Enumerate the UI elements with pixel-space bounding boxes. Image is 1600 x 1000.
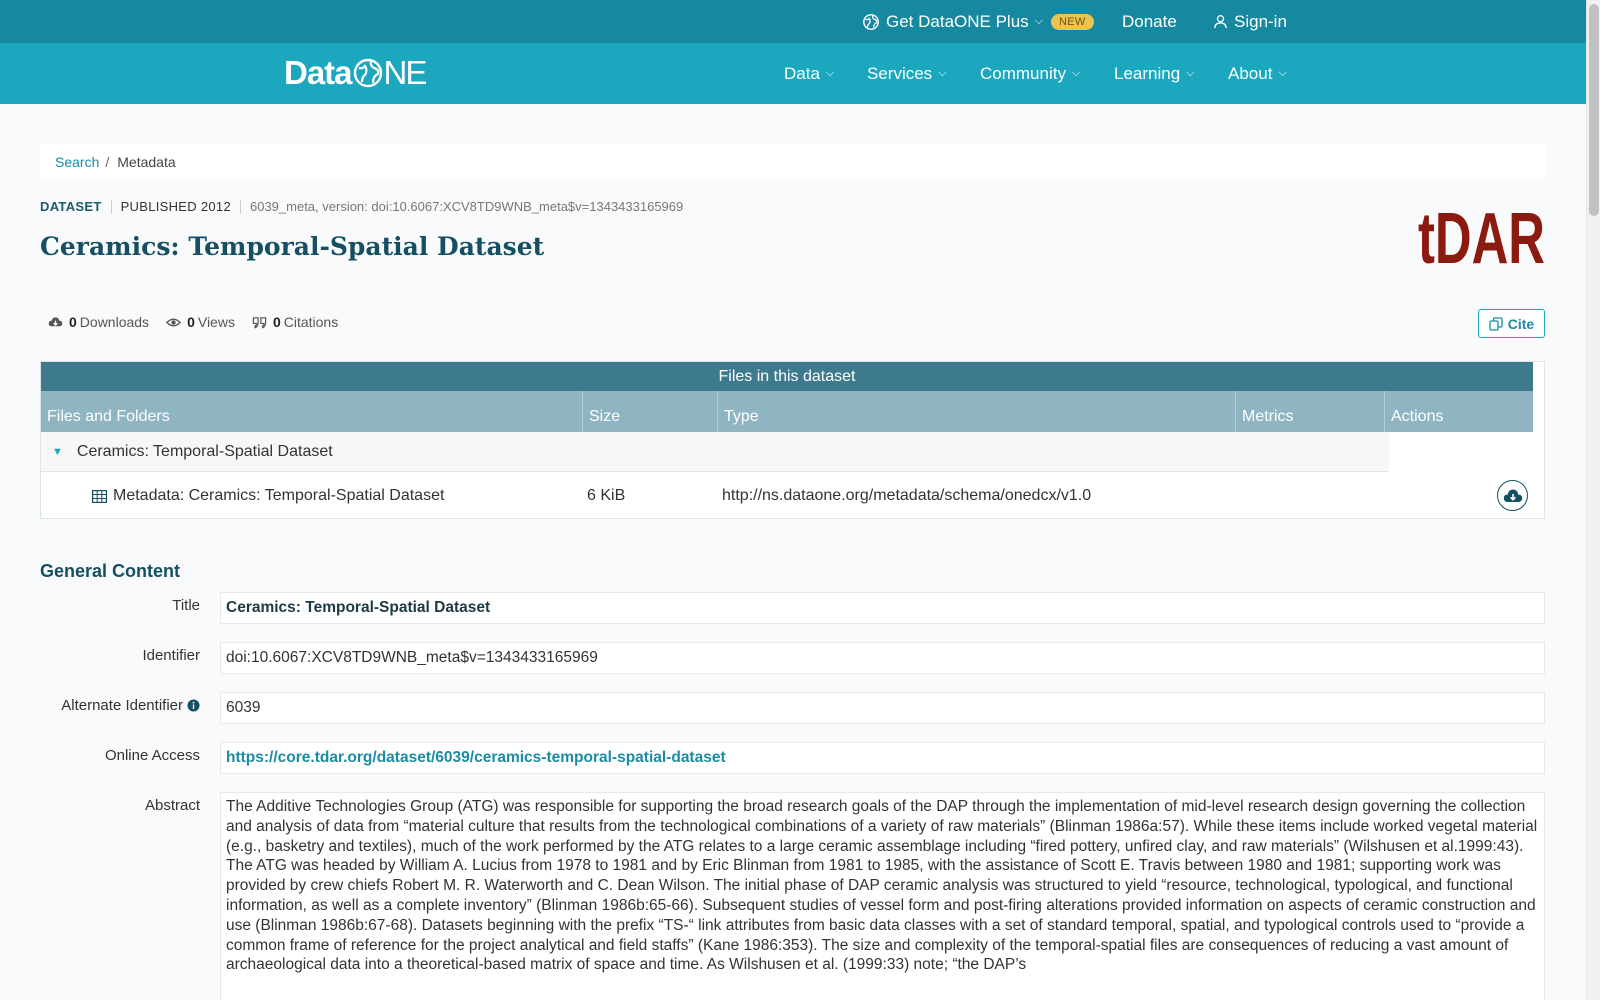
identifier-value: doi:10.6067:XCV8TD9WNB_meta$v=1343433165… <box>220 642 1545 674</box>
alternate-identifier-label: Alternate Identifier <box>61 697 200 714</box>
column-type: Type <box>718 391 1236 432</box>
dataset-meta-line: DATASET PUBLISHED 2012 6039_meta, versio… <box>40 199 683 214</box>
cite-button[interactable]: Cite <box>1478 309 1545 338</box>
chevron-down-icon: ⌵ <box>825 67 835 79</box>
chevron-down-icon: ⌵ <box>938 67 947 79</box>
title-value: Ceramics: Temporal-Spatial Dataset <box>220 592 1545 624</box>
table-row: Metadata: Ceramics: Temporal-Spatial Dat… <box>41 472 1533 520</box>
cloud-download-icon <box>1503 489 1522 502</box>
online-access-link[interactable]: https://core.tdar.org/dataset/6039/ceram… <box>220 742 1545 774</box>
donate-link[interactable]: Donate <box>1122 0 1177 43</box>
citations-label: Citations <box>283 314 339 330</box>
table-icon <box>92 489 107 503</box>
download-button[interactable] <box>1497 480 1528 511</box>
file-size: 6 KiB <box>587 487 626 504</box>
downloads-count: 0 <box>69 314 77 330</box>
nav-services[interactable]: Services ⌵ <box>867 43 947 104</box>
page-scrollbar[interactable] <box>1586 0 1600 1000</box>
citations-stat: 0 Citations <box>252 314 338 330</box>
chevron-down-icon: ⌵ <box>1278 67 1287 79</box>
abstract-value: The Additive Technologies Group (ATG) wa… <box>220 792 1545 1000</box>
downloads-label: Downloads <box>79 314 150 330</box>
sign-in-link[interactable]: Sign-in <box>1213 0 1287 43</box>
breadcrumb-separator: / <box>105 154 110 170</box>
cite-button-label: Cite <box>1507 315 1535 332</box>
globe-logo-icon <box>353 58 382 88</box>
divider <box>239 199 241 214</box>
divider <box>110 199 112 214</box>
get-dataone-plus-label: Get DataONE Plus <box>886 11 1029 31</box>
online-access-label: Online Access <box>104 747 200 764</box>
nav-data-label: Data <box>784 63 820 83</box>
dataset-type-label: DATASET <box>40 199 102 214</box>
nav-learning-label: Learning <box>1114 63 1181 83</box>
general-content-heading: General Content <box>40 561 181 581</box>
breadcrumb-search-link[interactable]: Search <box>55 154 99 170</box>
page-title: Ceramics: Temporal-Spatial Dataset <box>40 232 545 261</box>
tdar-repository-logo[interactable]: tDAR <box>1418 196 1545 268</box>
new-badge: NEW <box>1051 13 1094 30</box>
caret-down-icon[interactable]: ▼ <box>52 446 63 458</box>
views-count: 0 <box>187 314 195 330</box>
nav-services-label: Services <box>867 63 933 83</box>
chevron-down-icon: ⌵ <box>1186 67 1195 79</box>
breadcrumb: Search / Metadata <box>40 144 1545 180</box>
dataset-stats: 0 Downloads 0 Views 0 Citations <box>48 314 355 330</box>
files-table-header-row: Files and Folders Size Type Metrics Acti… <box>41 391 1533 432</box>
file-name: Metadata: Ceramics: Temporal-Spatial Dat… <box>113 487 445 504</box>
files-table-heading: Files in this dataset <box>41 362 1533 391</box>
title-label: Title <box>172 597 200 614</box>
views-stat: 0 Views <box>166 314 235 330</box>
nav-learning[interactable]: Learning ⌵ <box>1114 43 1195 104</box>
file-name-cell[interactable]: Metadata: Ceramics: Temporal-Spatial Dat… <box>92 472 444 520</box>
column-metrics: Metrics <box>1236 391 1385 432</box>
chevron-down-icon: ⌵ <box>1071 67 1081 79</box>
tdar-logo-text: tDAR <box>1418 199 1545 268</box>
nav-about-label: About <box>1228 63 1273 83</box>
globe-icon <box>863 13 879 30</box>
files-table: Files in this dataset Files and Folders … <box>40 361 1545 519</box>
scrollbar-thumb[interactable] <box>1589 4 1599 216</box>
alternate-identifier-label-text: Alternate Identifier <box>61 697 183 714</box>
version-identifier: 6039_meta, version: doi:10.6067:XCV8TD9W… <box>249 199 684 214</box>
folder-name: Ceramics: Temporal-Spatial Dataset <box>76 442 333 460</box>
main-navbar: Data NE Data ⌵ Services ⌵ Community ⌵ Learn… <box>0 43 1586 104</box>
nav-community[interactable]: Community ⌵ <box>980 43 1080 104</box>
sign-in-label: Sign-in <box>1234 11 1287 31</box>
quote-icon <box>252 316 267 329</box>
top-utility-bar: Get DataONE Plus ⌵ NEW Donate Sign-in <box>0 0 1586 43</box>
identifier-label: Identifier <box>142 647 200 664</box>
views-label: Views <box>197 314 235 330</box>
file-type: http://ns.dataone.org/metadata/schema/on… <box>722 487 1092 504</box>
get-dataone-plus-menu[interactable]: Get DataONE Plus ⌵ NEW <box>862 0 1094 43</box>
column-actions: Actions <box>1391 408 1444 425</box>
logo-text-ne: NE <box>383 54 428 91</box>
folder-row-actions-cell <box>1389 432 1533 472</box>
downloads-stat: 0 Downloads <box>48 314 149 330</box>
copy-icon <box>1489 316 1503 331</box>
citations-count: 0 <box>272 314 281 330</box>
abstract-label: Abstract <box>144 797 200 814</box>
published-year: PUBLISHED 2012 <box>120 199 231 214</box>
breadcrumb-current: Metadata <box>117 154 176 170</box>
user-icon <box>1214 15 1227 29</box>
eye-icon <box>166 318 182 326</box>
info-icon[interactable] <box>187 699 200 712</box>
dataone-logo[interactable]: Data NE <box>284 54 428 91</box>
nav-about[interactable]: About ⌵ <box>1228 43 1287 104</box>
column-files-and-folders: Files and Folders <box>41 391 583 432</box>
column-size: Size <box>583 391 718 432</box>
nav-data[interactable]: Data ⌵ <box>784 43 834 104</box>
alternate-identifier-value: 6039 <box>220 692 1545 724</box>
cloud-download-icon <box>48 316 63 326</box>
nav-community-label: Community <box>980 63 1066 83</box>
folder-row[interactable]: ▼ Ceramics: Temporal-Spatial Dataset <box>41 432 1533 472</box>
chevron-down-icon: ⌵ <box>1034 15 1044 27</box>
logo-text-data: Data <box>284 54 353 91</box>
